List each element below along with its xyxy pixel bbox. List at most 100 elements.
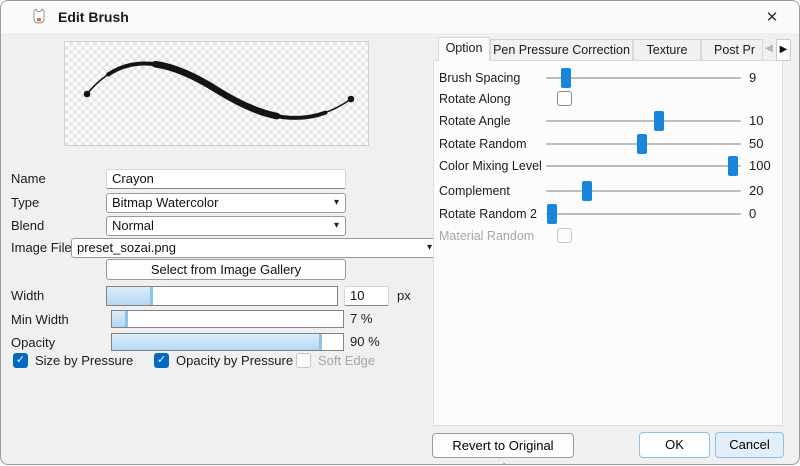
type-select[interactable]: Bitmap Watercolor ▾ bbox=[106, 193, 346, 213]
brush-stroke-image bbox=[65, 42, 368, 145]
slider-track bbox=[546, 213, 741, 215]
type-row: Type Bitmap Watercolor ▾ bbox=[1, 193, 433, 213]
tab-post-process[interactable]: Post Pr bbox=[701, 39, 763, 61]
firealpaca-app-icon bbox=[30, 8, 48, 26]
brush-spacing-slider[interactable] bbox=[546, 68, 741, 88]
checkbox-box bbox=[296, 353, 311, 368]
select-from-image-gallery-button[interactable]: Select from Image Gallery bbox=[106, 259, 346, 280]
image-file-value: preset_sozai.png bbox=[77, 240, 176, 255]
type-label: Type bbox=[11, 193, 39, 213]
material-random-label: Material Random bbox=[439, 226, 534, 246]
brush-spacing-row: Brush Spacing 9 bbox=[433, 68, 781, 88]
name-input[interactable]: Crayon bbox=[106, 169, 346, 189]
tab-scroll-right-icon[interactable]: ▶ bbox=[776, 39, 791, 61]
color-mixing-level-slider[interactable] bbox=[546, 156, 741, 176]
blend-label: Blend bbox=[11, 216, 44, 236]
width-value-input[interactable]: 10 bbox=[344, 286, 389, 306]
titlebar: Edit Brush ✕ bbox=[1, 1, 799, 33]
brush-spacing-value: 9 bbox=[749, 68, 756, 88]
tab-scroll-left-icon[interactable]: ◀ bbox=[763, 43, 775, 54]
width-label: Width bbox=[11, 286, 44, 306]
brush-preview bbox=[64, 41, 369, 146]
color-mixing-level-row: Color Mixing Level 100 bbox=[433, 156, 781, 176]
rotate-random-row: Rotate Random 50 bbox=[433, 134, 781, 154]
image-file-row: Image File preset_sozai.png ▾ bbox=[1, 238, 433, 258]
opacity-slider-fill bbox=[112, 334, 322, 350]
chevron-down-icon: ▾ bbox=[334, 194, 339, 212]
image-file-label: Image File bbox=[11, 238, 72, 258]
slider-track bbox=[546, 165, 741, 167]
material-random-row: Material Random ✓ bbox=[433, 226, 781, 246]
tab-texture[interactable]: Texture bbox=[633, 39, 701, 61]
name-row: Name Crayon bbox=[1, 169, 433, 189]
rotate-angle-slider[interactable] bbox=[546, 111, 741, 131]
slider-handle[interactable] bbox=[547, 204, 557, 224]
chevron-down-icon: ▾ bbox=[334, 217, 339, 235]
window-title: Edit Brush bbox=[58, 9, 129, 25]
rotate-random-slider[interactable] bbox=[546, 134, 741, 154]
tab-option[interactable]: Option bbox=[438, 37, 490, 61]
checkbox-box bbox=[557, 91, 572, 106]
check-icon: ✓ bbox=[13, 353, 28, 368]
rotate-random-2-slider[interactable] bbox=[546, 204, 741, 224]
checkbox-label: Opacity by Pressure bbox=[176, 353, 293, 369]
rotate-angle-label: Rotate Angle bbox=[439, 111, 511, 131]
checkbox-label: Soft Edge bbox=[318, 353, 375, 369]
rotate-random-2-value: 0 bbox=[749, 204, 756, 224]
slider-track bbox=[546, 120, 741, 122]
width-slider-fill bbox=[107, 287, 153, 305]
min-width-row: Min Width 7 % bbox=[1, 310, 433, 330]
min-width-slider-fill bbox=[112, 311, 128, 327]
complement-row: Complement 20 bbox=[433, 181, 781, 201]
option-rows: Brush Spacing 9 Rotate Along ✓ Rotate An… bbox=[433, 60, 783, 426]
rotate-angle-value: 10 bbox=[749, 111, 763, 131]
opacity-row: Opacity 90 % bbox=[1, 333, 433, 353]
rotate-random-2-row: Rotate Random 2 0 bbox=[433, 204, 781, 224]
blend-row: Blend Normal ▾ bbox=[1, 216, 433, 236]
opacity-slider[interactable] bbox=[111, 333, 344, 351]
slider-handle[interactable] bbox=[637, 134, 647, 154]
blend-select[interactable]: Normal ▾ bbox=[106, 216, 346, 236]
check-icon: ✓ bbox=[154, 353, 169, 368]
color-mixing-level-value: 100 bbox=[749, 156, 771, 176]
name-label: Name bbox=[11, 169, 46, 189]
opacity-label: Opacity bbox=[11, 333, 55, 353]
complement-value: 20 bbox=[749, 181, 763, 201]
chevron-down-icon: ▾ bbox=[427, 239, 432, 257]
rotate-random-2-label: Rotate Random 2 bbox=[439, 204, 537, 224]
checkbox-label: Size by Pressure bbox=[35, 353, 133, 369]
rotate-random-value: 50 bbox=[749, 134, 763, 154]
complement-label: Complement bbox=[439, 181, 510, 201]
width-value: 10 bbox=[350, 288, 364, 303]
close-icon[interactable]: ✕ bbox=[761, 7, 783, 29]
rotate-random-label: Rotate Random bbox=[439, 134, 527, 154]
name-value: Crayon bbox=[112, 171, 154, 186]
color-mixing-level-label: Color Mixing Level bbox=[439, 156, 542, 176]
slider-track bbox=[546, 77, 741, 79]
tab-pen-pressure-correction[interactable]: Pen Pressure Correction bbox=[490, 39, 633, 61]
slider-handle[interactable] bbox=[561, 68, 571, 88]
min-width-value: 7 % bbox=[350, 310, 372, 328]
checkbox-box bbox=[557, 228, 572, 243]
slider-handle[interactable] bbox=[582, 181, 592, 201]
min-width-slider[interactable] bbox=[111, 310, 344, 328]
image-file-select[interactable]: preset_sozai.png ▾ bbox=[71, 238, 439, 258]
ok-button[interactable]: OK bbox=[639, 432, 710, 458]
width-unit: px bbox=[397, 286, 411, 306]
slider-handle[interactable] bbox=[728, 156, 738, 176]
slider-handle[interactable] bbox=[654, 111, 664, 131]
revert-to-original-settings-button[interactable]: Revert to Original Settings bbox=[432, 433, 574, 458]
rotate-angle-row: Rotate Angle 10 bbox=[433, 111, 781, 131]
type-value: Bitmap Watercolor bbox=[112, 195, 218, 210]
blend-value: Normal bbox=[112, 218, 154, 233]
rotate-along-label: Rotate Along bbox=[439, 89, 511, 109]
opacity-value: 90 % bbox=[350, 333, 380, 351]
complement-slider[interactable] bbox=[546, 181, 741, 201]
min-width-label: Min Width bbox=[11, 310, 69, 330]
width-row: Width 10 px bbox=[1, 286, 433, 306]
rotate-along-row: Rotate Along ✓ bbox=[433, 89, 781, 109]
width-slider[interactable] bbox=[106, 286, 338, 306]
cancel-button[interactable]: Cancel bbox=[715, 432, 784, 458]
edit-brush-dialog: Edit Brush ✕ Name Crayon Type Bitmap Wat… bbox=[0, 0, 800, 465]
brush-spacing-label: Brush Spacing bbox=[439, 68, 520, 88]
